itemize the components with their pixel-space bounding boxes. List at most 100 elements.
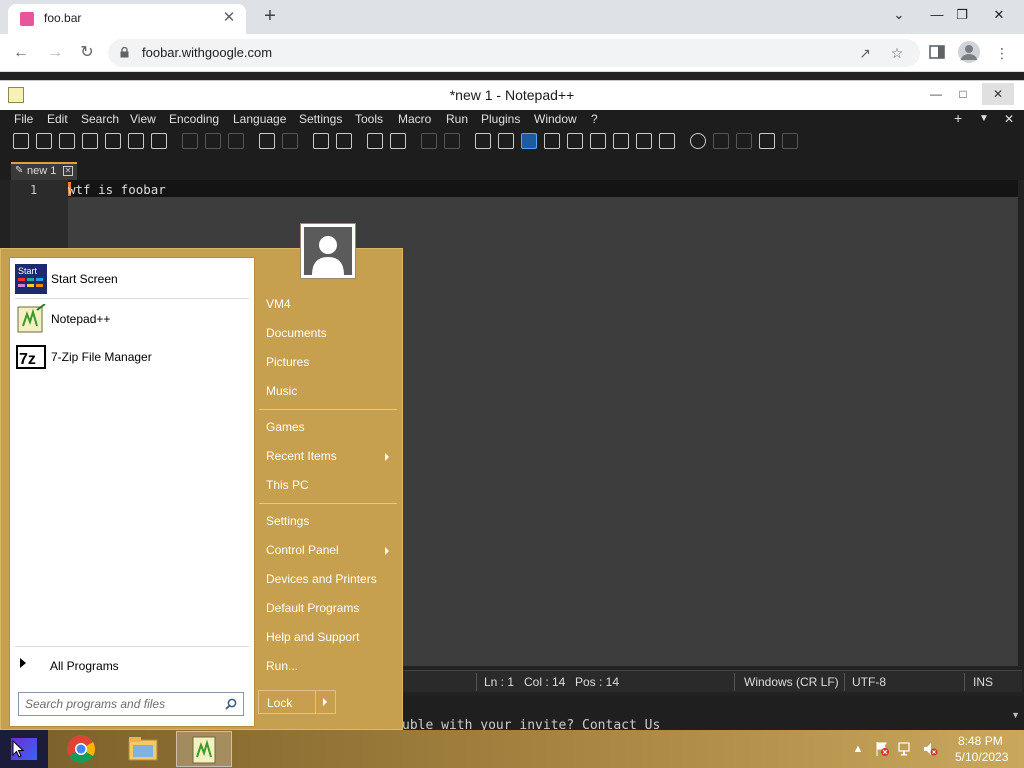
menu-run[interactable]: Run <box>446 112 468 126</box>
start-right-music[interactable]: Music <box>266 384 297 398</box>
start-right-recent-items[interactable]: Recent Items <box>266 449 337 463</box>
menu-tools[interactable]: Tools <box>355 112 383 126</box>
action-center-flag-icon[interactable] <box>874 741 890 757</box>
menu-settings[interactable]: Settings <box>299 112 342 126</box>
start-item-notepadpp[interactable]: Notepad++ <box>15 302 249 336</box>
zoom-out-icon[interactable] <box>390 133 406 149</box>
start-right-run[interactable]: Run... <box>266 659 298 673</box>
start-search-input[interactable] <box>25 696 215 712</box>
new-file-icon[interactable] <box>13 133 29 149</box>
npp-maximize-button[interactable]: □ <box>947 83 979 105</box>
all-programs-button[interactable]: All Programs <box>20 656 246 676</box>
npp-close-button[interactable]: ✕ <box>982 83 1014 105</box>
start-right-games[interactable]: Games <box>266 420 305 434</box>
new-tab-plus-icon[interactable]: + <box>954 110 962 126</box>
paste-icon[interactable] <box>228 133 244 149</box>
side-panel-icon[interactable] <box>929 45 945 59</box>
taskbar-file-explorer[interactable] <box>115 731 171 767</box>
search-icon[interactable] <box>225 698 237 710</box>
save-all-icon[interactable] <box>82 133 98 149</box>
word-wrap-icon[interactable] <box>475 133 491 149</box>
close-tab-icon[interactable]: ✕ <box>220 9 238 27</box>
doc-tab-close-icon[interactable]: ✕ <box>63 166 73 176</box>
new-tab-button[interactable]: + <box>258 4 282 28</box>
back-arrow-icon[interactable]: ← <box>8 40 34 66</box>
redo-icon[interactable] <box>282 133 298 149</box>
reload-icon[interactable]: ↻ <box>74 40 100 66</box>
start-right-documents[interactable]: Documents <box>266 326 327 340</box>
record-macro-icon[interactable] <box>690 133 706 149</box>
menu-encoding[interactable]: Encoding <box>169 112 219 126</box>
taskbar-chrome[interactable] <box>53 731 109 767</box>
undo-icon[interactable] <box>259 133 275 149</box>
address-bar[interactable]: foobar.withgoogle.com ↗ ☆ <box>108 39 920 67</box>
sync-horizontal-icon[interactable] <box>444 133 460 149</box>
start-right-this-pc[interactable]: This PC <box>266 478 309 492</box>
start-right-settings[interactable]: Settings <box>266 514 309 528</box>
replace-icon[interactable] <box>336 133 352 149</box>
stop-macro-icon[interactable] <box>713 133 729 149</box>
forward-arrow-icon[interactable]: → <box>42 40 68 66</box>
start-right-default-programs[interactable]: Default Programs <box>266 601 359 615</box>
clock-time[interactable]: 8:48 PM <box>958 734 1003 748</box>
close-file-icon[interactable] <box>105 133 121 149</box>
volume-muted-icon[interactable] <box>922 741 938 757</box>
taskbar-notepadpp[interactable] <box>176 731 232 767</box>
restore-button[interactable]: ❐ <box>945 2 979 28</box>
start-right-vm4[interactable]: VM4 <box>266 297 291 311</box>
lock-button[interactable]: Lock <box>258 690 336 714</box>
share-icon[interactable]: ↗ <box>854 43 876 63</box>
doc-tab-new1[interactable]: ✎ new 1 ✕ <box>11 162 77 180</box>
menu-file[interactable]: File <box>14 112 33 126</box>
save-icon[interactable] <box>59 133 75 149</box>
copy-icon[interactable] <box>205 133 221 149</box>
close-doc-icon[interactable]: ✕ <box>1004 112 1014 126</box>
menu-macro[interactable]: Macro <box>398 112 431 126</box>
menu-help[interactable]: ? <box>591 112 598 126</box>
browser-tab[interactable]: foo.bar ✕ <box>8 4 246 34</box>
open-file-icon[interactable] <box>36 133 52 149</box>
clock-date[interactable]: 5/10/2023 <box>955 750 1008 764</box>
start-button[interactable] <box>0 730 48 768</box>
network-icon[interactable] <box>898 741 914 757</box>
scroll-down-arrow-icon[interactable]: ▼ <box>1011 710 1020 720</box>
document-map-icon[interactable] <box>567 133 583 149</box>
menu-language[interactable]: Language <box>233 112 286 126</box>
user-account-picture[interactable] <box>300 223 356 279</box>
monitoring-icon[interactable] <box>659 133 675 149</box>
profile-avatar[interactable] <box>958 41 980 63</box>
print-icon[interactable] <box>151 133 167 149</box>
start-right-help-support[interactable]: Help and Support <box>266 630 359 644</box>
close-all-icon[interactable] <box>128 133 144 149</box>
start-right-pictures[interactable]: Pictures <box>266 355 309 369</box>
show-all-chars-icon[interactable] <box>498 133 514 149</box>
doc-list-icon[interactable] <box>590 133 606 149</box>
menu-window[interactable]: Window <box>534 112 577 126</box>
close-window-button[interactable]: ✕ <box>982 2 1016 28</box>
function-list-icon[interactable] <box>613 133 629 149</box>
tab-list-icon[interactable]: ▼ <box>979 113 989 124</box>
xml-tag-icon[interactable] <box>544 133 560 149</box>
play-macro-icon[interactable] <box>736 133 752 149</box>
menu-search[interactable]: Search <box>81 112 119 126</box>
indent-guide-icon[interactable] <box>521 133 537 149</box>
find-icon[interactable] <box>313 133 329 149</box>
run-macro-multiple-icon[interactable] <box>759 133 775 149</box>
zoom-in-icon[interactable] <box>367 133 383 149</box>
show-hidden-icons-arrow[interactable]: ▲ <box>851 742 865 756</box>
tab-search-icon[interactable]: ⌄ <box>882 2 916 28</box>
menu-edit[interactable]: Edit <box>47 112 68 126</box>
folder-workspace-icon[interactable] <box>636 133 652 149</box>
start-right-devices-printers[interactable]: Devices and Printers <box>266 572 377 586</box>
chrome-menu-icon[interactable]: ⋮ <box>990 41 1014 65</box>
start-right-control-panel[interactable]: Control Panel <box>266 543 339 557</box>
save-macro-icon[interactable] <box>782 133 798 149</box>
cut-icon[interactable] <box>182 133 198 149</box>
menu-view[interactable]: View <box>130 112 156 126</box>
start-item-7zip[interactable]: 7z 7-Zip File Manager <box>15 340 249 374</box>
menu-plugins[interactable]: Plugins <box>481 112 520 126</box>
start-item-start-screen[interactable]: Start Start Screen <box>15 262 249 296</box>
power-options-arrow-icon[interactable] <box>323 698 327 706</box>
sync-vertical-icon[interactable] <box>421 133 437 149</box>
current-line[interactable]: wtf is foobar <box>68 180 1018 197</box>
